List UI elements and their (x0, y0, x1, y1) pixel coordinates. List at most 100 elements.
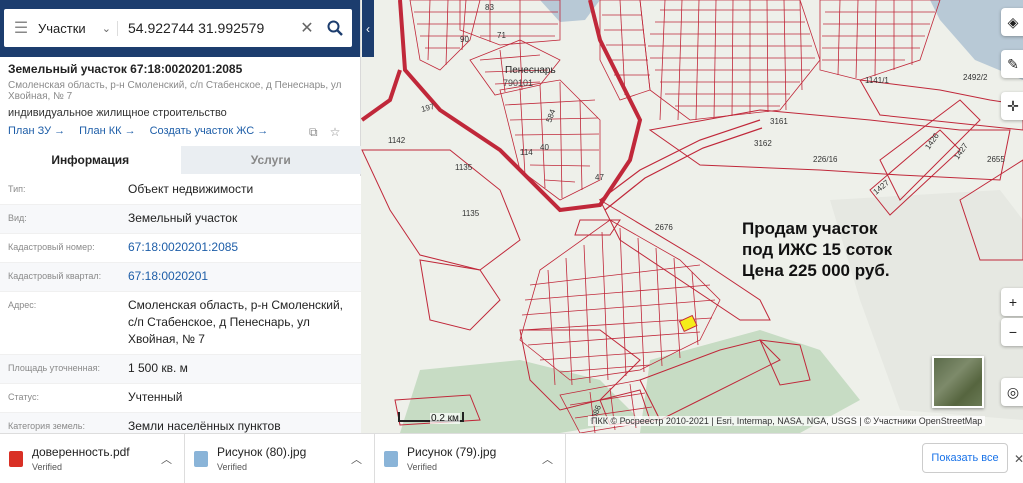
property-key: Кадастровый номер: (8, 242, 95, 252)
download-item[interactable]: Рисунок (79).jpg Verified ︿ (375, 433, 566, 483)
image-file-icon (194, 450, 208, 467)
search-box: ☰ Участки ⌄ 54.922744 31.992579 ✕ (4, 9, 352, 47)
pdf-file-icon (9, 450, 23, 467)
svg-text:2676: 2676 (655, 223, 673, 232)
scale-label: 0.2 км (430, 413, 460, 424)
svg-text:90: 90 (460, 35, 469, 44)
property-row: Тип: Объект недвижимости (0, 176, 361, 205)
svg-text:226/16: 226/16 (813, 155, 838, 164)
chevron-up-icon[interactable]: ︿ (351, 451, 362, 467)
svg-text:114: 114 (520, 148, 533, 157)
parcel-address-small: Смоленская область, р-н Смоленский, с/п … (8, 80, 342, 102)
basemap-switcher[interactable] (932, 356, 984, 408)
svg-text:3161: 3161 (770, 117, 788, 126)
property-value: Объект недвижимости (128, 182, 254, 196)
tab-services[interactable]: Услуги (180, 146, 361, 174)
image-file-icon (384, 450, 398, 467)
tab-info[interactable]: Информация (0, 146, 181, 174)
search-button[interactable] (318, 9, 352, 47)
info-tabs: Информация Услуги (0, 146, 361, 174)
app-root: Пенеснарь 790101 1142 1135 1135 3161 316… (0, 0, 1023, 483)
chevron-up-icon[interactable]: ︿ (161, 451, 172, 467)
svg-text:47: 47 (595, 173, 604, 182)
download-filename: доверенность.pdf (32, 445, 130, 459)
map-attribution: ПКК © Росреестр 2010-2021 | Esri, Interm… (588, 416, 986, 426)
svg-text:1427: 1427 (952, 141, 970, 161)
cadastral-number-link[interactable]: 67:18:0020201:2085 (128, 234, 361, 262)
search-input[interactable]: 54.922744 31.992579 (118, 20, 296, 36)
chevron-up-icon[interactable]: ︿ (542, 451, 553, 467)
property-value: 1 500 кв. м (128, 361, 188, 375)
svg-text:2655: 2655 (987, 155, 1005, 164)
clear-icon[interactable]: ✕ (296, 18, 318, 38)
advert-line-1: Продам участок (742, 219, 878, 238)
download-filename: Рисунок (80).jpg (217, 445, 307, 459)
ruler-icon[interactable]: ✎ (1001, 50, 1023, 78)
svg-text:83: 83 (485, 3, 494, 12)
map-village-label: Пенеснарь (505, 65, 556, 76)
svg-text:1135: 1135 (462, 209, 480, 218)
property-row: Адрес: Смоленская область, р-н Смоленски… (0, 292, 361, 355)
property-row: Площадь уточненная: 1 500 кв. м (0, 355, 361, 384)
svg-text:71: 71 (497, 31, 506, 40)
property-key: Вид: (8, 213, 27, 223)
layer-select[interactable]: Участки ⌄ (38, 20, 118, 36)
property-key: Площадь уточненная: (8, 363, 100, 373)
svg-text:1427: 1427 (872, 178, 892, 197)
property-row: Кадастровый номер: 67:18:0020201:2085 (0, 234, 361, 263)
download-status: Verified (217, 462, 248, 472)
property-key: Адрес: (8, 300, 37, 310)
cadastral-quarter-link[interactable]: 67:18:0020201 (128, 263, 361, 291)
map-village-code: 790101 (503, 78, 533, 88)
properties-table: Тип: Объект недвижимости Вид: Земельный … (0, 176, 361, 442)
property-value: Учтенный (128, 390, 183, 404)
downloads-bar: доверенность.pdf Verified ︿ Рисунок (80)… (0, 433, 1023, 483)
property-key: Тип: (8, 184, 26, 194)
plan-kk-link[interactable]: План КК → (79, 125, 135, 137)
chevron-down-icon: ⌄ (101, 22, 111, 35)
property-value: Земельный участок (128, 211, 238, 225)
create-parcel-link[interactable]: Создать участок ЖС → (150, 125, 269, 137)
locate-icon[interactable]: ✛ (1001, 92, 1023, 120)
svg-text:1135: 1135 (455, 163, 473, 172)
parcel-use: индивидуальное жилищное строительство (8, 107, 227, 119)
svg-text:1142: 1142 (388, 136, 406, 145)
svg-text:1141/1: 1141/1 (865, 76, 889, 85)
menu-icon[interactable]: ☰ (4, 18, 38, 38)
document-search-icon[interactable]: ⧉ (309, 125, 318, 140)
parcel-actions: ⧉ ☆ (309, 125, 340, 140)
property-row: Вид: Земельный участок (0, 205, 361, 234)
property-value: Смоленская область, р-н Смоленский, с/п … (128, 298, 343, 346)
parcel-links: План ЗУ → План КК → Создать участок ЖС → (8, 125, 268, 137)
property-row: Статус: Учтенный (0, 384, 361, 413)
svg-text:1426: 1426 (923, 131, 941, 151)
show-all-downloads-button[interactable]: Показать все (922, 443, 1008, 473)
layers-icon[interactable]: ◈ (1001, 8, 1023, 36)
layer-select-value: Участки (38, 20, 86, 36)
search-header: ☰ Участки ⌄ 54.922744 31.992579 ✕ (0, 0, 360, 57)
info-panel: ☰ Участки ⌄ 54.922744 31.992579 ✕ Земель… (0, 0, 361, 442)
download-item[interactable]: доверенность.pdf Verified ︿ (0, 433, 185, 483)
property-row: Кадастровый квартал: 67:18:0020201 (0, 263, 361, 292)
map-advert: Продам участок под ИЖС 15 соток Цена 225… (742, 218, 892, 281)
download-status: Verified (32, 462, 63, 472)
svg-text:40: 40 (540, 143, 549, 152)
svg-text:2492/2: 2492/2 (963, 73, 988, 82)
parcel-title: Земельный участок 67:18:0020201:2085 (8, 62, 243, 76)
zoom-in-icon[interactable]: + (1001, 288, 1023, 316)
star-icon[interactable]: ☆ (330, 125, 341, 140)
geolocation-icon[interactable]: ◎ (1001, 378, 1023, 406)
advert-line-3: Цена 225 000 руб. (742, 261, 890, 280)
collapse-panel-button[interactable]: ‹ (362, 0, 374, 57)
close-icon[interactable]: ✕ (1014, 452, 1023, 466)
plan-zu-link[interactable]: План ЗУ → (8, 125, 65, 137)
download-status: Verified (407, 462, 438, 472)
advert-line-2: под ИЖС 15 соток (742, 240, 893, 259)
download-item[interactable]: Рисунок (80).jpg Verified ︿ (185, 433, 375, 483)
property-key: Статус: (8, 392, 39, 402)
search-icon (327, 20, 343, 36)
property-key: Кадастровый квартал: (8, 271, 102, 281)
zoom-out-icon[interactable]: − (1001, 318, 1023, 346)
svg-text:3162: 3162 (754, 139, 772, 148)
download-filename: Рисунок (79).jpg (407, 445, 497, 459)
